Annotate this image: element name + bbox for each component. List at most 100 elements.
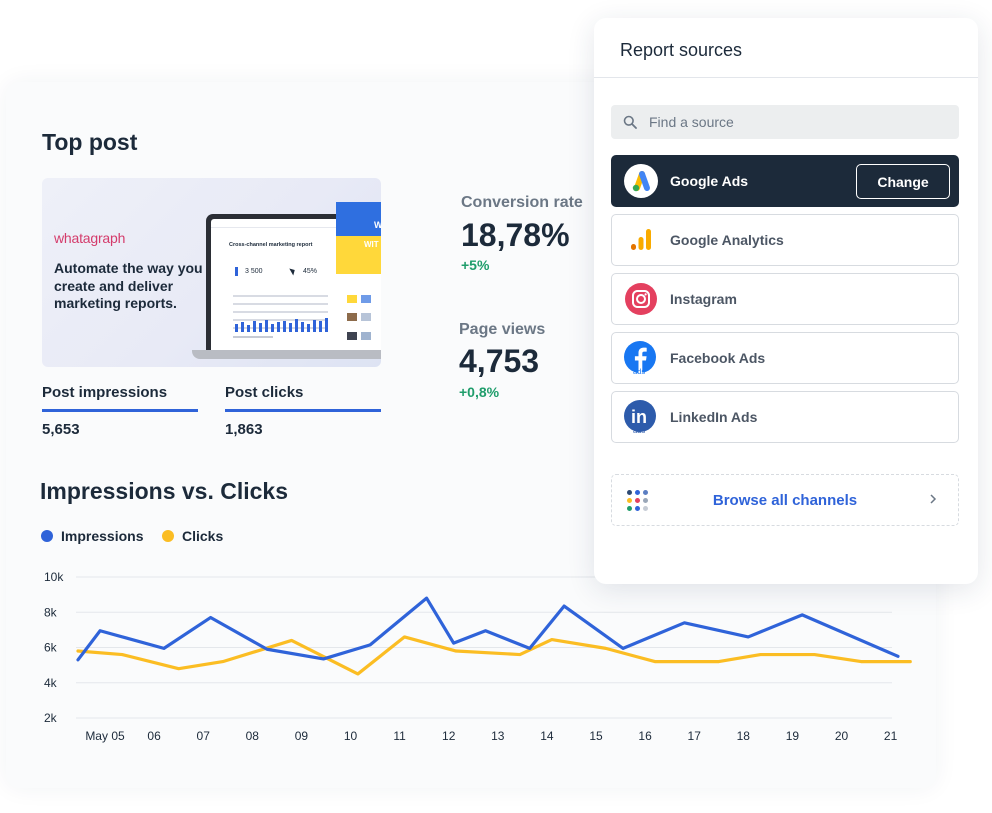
screen-mini-bar bbox=[271, 324, 274, 332]
screen-mini-bar bbox=[235, 324, 238, 332]
x-tick-label: 21 bbox=[884, 729, 898, 743]
screen-mini-bar bbox=[295, 319, 298, 332]
x-tick-label: 10 bbox=[344, 729, 358, 743]
linkedin-mark: in bbox=[631, 407, 647, 427]
post-clicks-value: 1,863 bbox=[225, 421, 263, 438]
screen-mini-bar bbox=[313, 320, 316, 332]
change-button[interactable]: Change bbox=[856, 164, 950, 199]
conversion-rate-value: 18,78% bbox=[461, 217, 570, 253]
x-tick-label: 12 bbox=[442, 729, 456, 743]
y-tick-label: 2k bbox=[44, 711, 58, 725]
x-tick-label: 18 bbox=[737, 729, 751, 743]
top-post-title: Top post bbox=[42, 129, 138, 155]
x-tick-label: May 05 bbox=[85, 729, 125, 743]
post-impressions-value: 5,653 bbox=[42, 421, 80, 438]
chevron-right-icon bbox=[928, 492, 938, 511]
conversion-rate-delta: +5% bbox=[461, 257, 490, 273]
facebook-ads-icon: ads bbox=[612, 332, 670, 384]
promo-panel-yellow: WIT bbox=[336, 236, 381, 274]
source-google-analytics[interactable]: Google Analytics bbox=[611, 214, 959, 266]
screen-mini-bar bbox=[277, 322, 280, 332]
source-name: Google Analytics bbox=[670, 232, 784, 248]
post-impressions-underline bbox=[42, 409, 198, 412]
x-tick-label: 06 bbox=[147, 729, 161, 743]
screen-mini-bar bbox=[265, 320, 268, 332]
screen-mini-bar bbox=[253, 321, 256, 332]
screen-mini-bar bbox=[259, 323, 262, 332]
facebook-ads-sub: ads bbox=[633, 367, 645, 376]
thumbnail-headline: Automate the way you create and deliver … bbox=[54, 260, 203, 311]
source-name: Facebook Ads bbox=[670, 350, 766, 366]
x-tick-label: 16 bbox=[638, 729, 652, 743]
page-views-delta: +0,8% bbox=[459, 384, 500, 400]
x-tick-label: 20 bbox=[835, 729, 849, 743]
report-sources-panel: Report sources Google Ads Change bbox=[594, 18, 978, 584]
source-facebook-ads[interactable]: ads Facebook Ads bbox=[611, 332, 959, 384]
source-instagram[interactable]: Instagram bbox=[611, 273, 959, 325]
screen-table-row bbox=[233, 311, 328, 313]
source-linkedin-ads[interactable]: in ads LinkedIn Ads bbox=[611, 391, 959, 443]
screen-table-row bbox=[233, 295, 328, 297]
top-post-thumbnail[interactable]: whatagraph Automate the way you create a… bbox=[42, 178, 381, 367]
impressions-series-line bbox=[76, 596, 900, 662]
x-tick-label: 14 bbox=[540, 729, 554, 743]
y-tick-label: 6k bbox=[44, 641, 58, 655]
source-name: Google Ads bbox=[670, 173, 749, 189]
screen-table-row bbox=[233, 303, 328, 305]
y-tick-label: 4k bbox=[44, 676, 58, 690]
source-name: Instagram bbox=[670, 291, 737, 307]
x-tick-label: 08 bbox=[246, 729, 260, 743]
page-views-value: 4,753 bbox=[459, 343, 540, 379]
screen-mini-bar bbox=[247, 325, 250, 332]
x-tick-label: 17 bbox=[688, 729, 702, 743]
linkedin-ads-sub: ads bbox=[633, 426, 645, 435]
x-tick-label: 19 bbox=[786, 729, 800, 743]
screen-stat-2: 45% bbox=[303, 268, 318, 275]
clicks-legend-dot bbox=[162, 530, 174, 542]
screen-mini-bar bbox=[307, 324, 310, 332]
x-tick-label: 13 bbox=[491, 729, 505, 743]
x-tick-label: 09 bbox=[295, 729, 309, 743]
legend-label: Impressions bbox=[61, 528, 144, 544]
x-tick-label: 11 bbox=[393, 729, 406, 743]
legend-label: Clicks bbox=[182, 528, 224, 544]
google-analytics-icon bbox=[612, 214, 670, 266]
search-input[interactable] bbox=[649, 114, 939, 130]
instagram-icon bbox=[612, 273, 670, 325]
chart-title: Impressions vs. Clicks bbox=[40, 478, 289, 504]
conversion-rate-label: Conversion rate bbox=[461, 194, 583, 211]
screen-mini-bar bbox=[289, 323, 292, 332]
promo-panel-text: W bbox=[374, 220, 381, 230]
post-clicks-underline bbox=[225, 409, 381, 412]
y-tick-label: 10k bbox=[44, 570, 64, 584]
source-google-ads[interactable]: Google Ads Change bbox=[611, 155, 959, 207]
screen-stat-1: 3 500 bbox=[245, 268, 263, 275]
x-tick-label: 15 bbox=[589, 729, 603, 743]
report-sources-title: Report sources bbox=[620, 40, 743, 60]
screen-mini-bar bbox=[241, 322, 244, 332]
screen-mini-bar bbox=[319, 321, 322, 332]
screen-mini-bar bbox=[325, 318, 328, 332]
post-clicks-label: Post clicks bbox=[225, 384, 304, 401]
clicks-series-line bbox=[76, 635, 912, 676]
promo-panel-text: WIT bbox=[364, 240, 379, 249]
source-search[interactable] bbox=[611, 105, 959, 139]
x-tick-label: 07 bbox=[197, 729, 211, 743]
screen-mini-bar bbox=[283, 321, 286, 332]
legend-item-clicks[interactable]: Clicks bbox=[162, 528, 223, 544]
browse-all-channels-label: Browse all channels bbox=[712, 491, 858, 509]
whatagraph-logo: whatagraph bbox=[54, 230, 126, 246]
browse-all-channels[interactable]: Browse all channels bbox=[611, 474, 959, 526]
page-views-label: Page views bbox=[459, 321, 546, 338]
impressions-legend-dot bbox=[41, 530, 53, 542]
legend-item-impressions[interactable]: Impressions bbox=[41, 528, 143, 544]
search-icon bbox=[611, 115, 649, 129]
google-ads-icon bbox=[612, 155, 670, 207]
linkedin-ads-icon: in ads bbox=[612, 391, 670, 443]
panel-divider bbox=[594, 77, 978, 78]
screen-title: Cross-channel marketing report bbox=[229, 242, 313, 248]
y-tick-label: 8k bbox=[44, 605, 58, 619]
source-name: LinkedIn Ads bbox=[670, 409, 758, 425]
screen-mini-bar bbox=[301, 322, 304, 332]
post-impressions-label: Post impressions bbox=[42, 384, 168, 401]
